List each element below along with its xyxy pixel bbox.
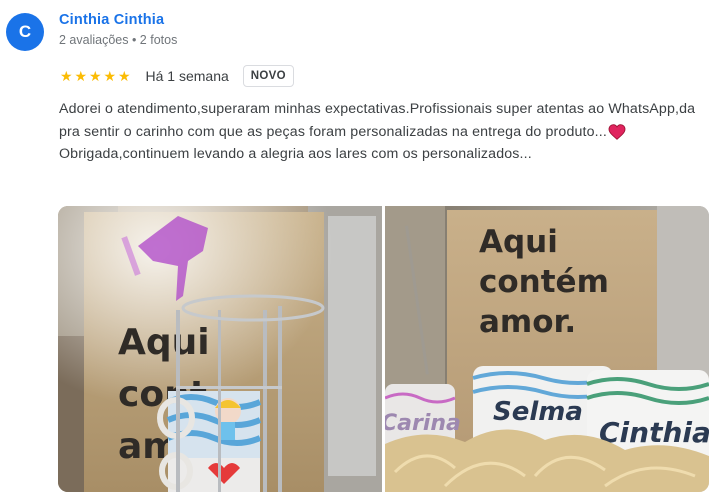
mug-name: Carina [385,411,461,436]
review-photos: Aqui cont amor [58,206,709,492]
review-text-line2: Obrigada,continuem levando a alegria aos… [59,146,532,162]
new-badge: NOVO [242,65,294,87]
bag-text-line: Aqui [118,322,210,363]
review-text: Adorei o atendimento,superaram minhas ex… [59,98,719,166]
avatar[interactable]: C [6,13,44,51]
star-icon: ★ [103,68,117,84]
star-icon: ★ [74,68,88,84]
mug-name: Cinthia [599,416,709,449]
bag-text-line: amor. [479,304,576,340]
review-photo-2[interactable]: Aqui contém amor. Carina Selma Cinthia [385,206,709,492]
review-photo-1[interactable]: Aqui cont amor [58,206,382,492]
reviewer-name-link[interactable]: Cinthia Cinthia [59,12,164,28]
star-icon: ★ [88,68,102,84]
rating-row: ★ ★ ★ ★ ★ Há 1 semana NOVO [59,63,294,89]
review-text-line1: Adorei o atendimento,superaram minhas ex… [59,101,696,140]
review-time: Há 1 semana [145,68,229,84]
heart-icon [608,124,626,140]
bag-text-line: Aqui [479,224,558,260]
reviewer-meta: 2 avaliações • 2 fotos [59,33,178,47]
bag-text-line: contém [479,264,609,300]
mug-name: Selma [493,397,583,427]
star-icon: ★ [117,68,131,84]
star-icon: ★ [59,68,73,84]
star-rating: ★ ★ ★ ★ ★ [59,69,132,83]
